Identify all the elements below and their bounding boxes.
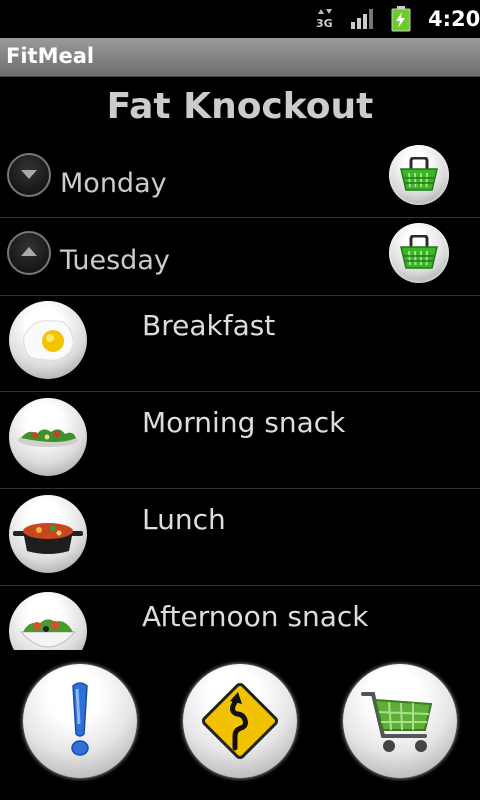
- battery-icon: [391, 0, 411, 38]
- meal-row-morning-snack[interactable]: Morning snack: [0, 392, 480, 489]
- monday-shopping-basket-button[interactable]: [389, 145, 449, 205]
- meal-row-lunch[interactable]: Lunch: [0, 489, 480, 586]
- route-button[interactable]: [183, 664, 297, 778]
- meal-label: Breakfast: [142, 309, 276, 342]
- salad-icon: [9, 398, 87, 476]
- day-row-monday[interactable]: Monday: [0, 139, 480, 218]
- info-button[interactable]: [23, 664, 137, 778]
- meal-label: Morning snack: [142, 406, 346, 439]
- network-icon: 3G: [315, 0, 335, 38]
- meal-label: Afternoon snack: [142, 600, 369, 633]
- signal-icon: [350, 0, 376, 38]
- app-title: FitMeal: [6, 44, 95, 68]
- tuesday-shopping-basket-button[interactable]: [389, 223, 449, 283]
- exclamation-icon: [71, 682, 89, 756]
- chevron-down-icon: [21, 170, 37, 179]
- winding-road-sign-icon: [201, 682, 279, 760]
- day-label: Tuesday: [60, 245, 170, 276]
- fried-egg-icon: [9, 301, 87, 379]
- chevron-up-icon: [21, 247, 37, 256]
- basket-icon: [400, 157, 438, 191]
- clock: 4:20: [428, 7, 480, 31]
- pot-icon: [9, 495, 87, 573]
- shopping-cart-icon: [361, 692, 433, 752]
- collapse-tuesday-button[interactable]: [7, 231, 51, 275]
- network-type: 3G: [316, 17, 333, 30]
- shopping-cart-button[interactable]: [343, 664, 457, 778]
- status-bar: 3G 4:20: [0, 0, 480, 38]
- basket-icon: [400, 235, 438, 269]
- plan-title: Fat Knockout: [106, 86, 374, 127]
- meal-row-breakfast[interactable]: Breakfast: [0, 295, 480, 392]
- meal-row-afternoon-snack[interactable]: Afternoon snack: [0, 586, 480, 650]
- day-row-tuesday[interactable]: Tuesday: [0, 217, 480, 296]
- salad-bowl-icon: [9, 592, 87, 650]
- day-label: Monday: [60, 168, 167, 199]
- expand-monday-button[interactable]: [7, 153, 51, 197]
- app-title-bar: FitMeal: [0, 38, 480, 77]
- meal-label: Lunch: [142, 503, 226, 536]
